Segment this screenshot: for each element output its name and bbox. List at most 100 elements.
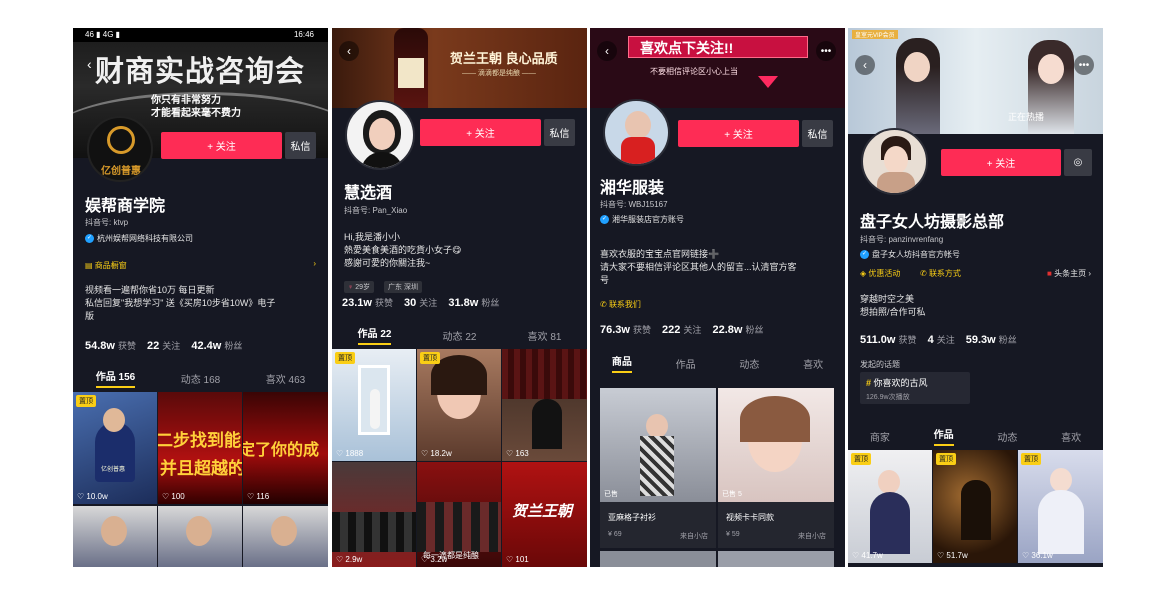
sold-count: 已售 5 xyxy=(722,491,742,498)
tab-works[interactable]: 作品 xyxy=(676,356,696,371)
presenter-face xyxy=(103,408,125,432)
video-tile[interactable]: 每一滴都是纯酿 ♡ 3.2w xyxy=(417,462,501,567)
video-tile[interactable]: ♡ 2.9w xyxy=(332,462,416,567)
following-count[interactable]: 22 xyxy=(147,340,159,352)
tab-likes[interactable]: 喜欢 463 xyxy=(266,371,305,386)
tab-moments[interactable]: 动态 xyxy=(739,356,759,371)
video-tile[interactable]: 定了你的成 ♡ 116 xyxy=(243,392,328,504)
video-tile[interactable] xyxy=(73,506,157,567)
fans-count[interactable]: 59.3w xyxy=(966,334,996,346)
avatar[interactable] xyxy=(345,100,415,170)
follow-button[interactable]: + 关注 xyxy=(941,149,1061,176)
video-tile[interactable]: 置顶 ♡ 41.7w xyxy=(848,450,932,563)
shop-window-link[interactable]: ▤ 商品橱窗 xyxy=(85,260,127,271)
product-source: 来自小店 xyxy=(798,533,826,540)
video-tile[interactable]: 亿创普惠 置顶 ♡ 10.0w xyxy=(73,392,157,504)
tile-likes-count: 116 xyxy=(256,492,270,501)
tab-products[interactable]: 商品 xyxy=(611,353,632,373)
fans-count[interactable]: 22.8w xyxy=(712,324,742,336)
product-card[interactable]: 已售 亚麻格子衬衫 ¥ 69 来自小店 xyxy=(600,388,716,548)
message-button[interactable]: 私信 xyxy=(802,120,833,147)
heart-icon: ♡ xyxy=(421,449,431,458)
following-count[interactable]: 30 xyxy=(404,297,416,309)
age-label: 29岁 xyxy=(355,284,370,291)
video-tile[interactable]: 置顶 ♡ 1888 xyxy=(332,349,416,461)
heart-icon: ♡ xyxy=(336,555,346,564)
model-face xyxy=(646,414,668,438)
video-tile[interactable]: 二步找到能 并且超越的 ♡ 100 xyxy=(158,392,242,504)
tile-likes: ♡ 1888 xyxy=(336,449,363,458)
product-card[interactable] xyxy=(600,551,716,567)
video-tile[interactable] xyxy=(243,506,328,567)
video-tile[interactable]: 贺兰王朝 ♡ 101 xyxy=(502,462,587,567)
tile-likes: ♡ 41.7w xyxy=(852,551,883,560)
message-button[interactable]: 私信 xyxy=(285,132,316,159)
avatar[interactable] xyxy=(861,128,928,195)
video-tile[interactable]: ♡ 163 xyxy=(502,349,587,461)
fans-count[interactable]: 42.4w xyxy=(191,340,221,352)
tab-works[interactable]: 作品 22 xyxy=(357,325,392,345)
video-tile[interactable]: 置顶 ♡ 18.2w xyxy=(417,349,501,461)
contact-us-link[interactable]: ✆ 联系我们 xyxy=(600,299,641,310)
profile-banner: 喜欢点下关注!! 不要相信评论区小心上当 xyxy=(590,28,845,108)
verified-label: 湘华服装店官方账号 xyxy=(612,215,684,224)
video-tile[interactable]: 置顶 ♡ 51.7w xyxy=(933,450,1017,563)
tab-works[interactable]: 作品 xyxy=(933,426,954,446)
headset-icon[interactable]: ◎ xyxy=(1064,149,1092,176)
promo-label: 优惠活动 xyxy=(868,269,901,278)
tile-likes-count: 41.7w xyxy=(861,551,883,560)
tab-likes[interactable]: 喜欢 xyxy=(1061,429,1081,444)
person-figure xyxy=(532,399,562,449)
contact-label: 联系方式 xyxy=(928,269,961,278)
message-button[interactable]: 私信 xyxy=(544,119,575,146)
following-label: 关注 xyxy=(936,335,955,345)
fans-label: 粉丝 xyxy=(745,325,764,335)
tab-moments[interactable]: 动态 xyxy=(997,429,1017,444)
more-icon[interactable]: ••• xyxy=(1074,55,1094,75)
person-face xyxy=(101,516,127,546)
avatar-body xyxy=(361,152,403,168)
following-count[interactable]: 222 xyxy=(662,324,680,336)
tile-overlay-text: 并且超越的 xyxy=(160,459,242,478)
heart-icon: ♡ xyxy=(162,492,172,501)
tile-overlay-text: 二步找到能 xyxy=(158,431,241,450)
avatar[interactable] xyxy=(603,99,670,166)
back-icon[interactable]: ‹ xyxy=(87,56,92,72)
fans-count[interactable]: 31.8w xyxy=(448,297,478,309)
tile-likes-count: 18.2w xyxy=(430,449,452,458)
tab-merchant[interactable]: 商家 xyxy=(870,429,890,444)
avatar[interactable]: 亿创普惠 xyxy=(87,116,153,182)
follow-button[interactable]: + 关注 xyxy=(161,132,282,159)
shop-icon: ▤ xyxy=(85,261,95,270)
back-icon[interactable]: ‹ xyxy=(597,41,617,61)
product-card[interactable] xyxy=(718,551,834,567)
product-title: 亚麻格子衬衫 xyxy=(608,513,656,522)
tab-moments[interactable]: 动态 168 xyxy=(181,371,220,386)
video-tile[interactable]: 置顶 ♡ 36.1w xyxy=(1018,450,1103,563)
follow-button[interactable]: + 关注 xyxy=(420,119,541,146)
banner-title: 喜欢点下关注!! xyxy=(640,40,734,56)
stats-row: 54.8w 获赞 22 关注 42.4w 粉丝 xyxy=(85,339,250,352)
bio-line-1: 喜欢衣服的宝宝点官网链接➕ xyxy=(600,249,720,259)
topic-card[interactable]: # 你喜欢的古风 126.9w次播放 xyxy=(860,372,970,404)
follow-button[interactable]: + 关注 xyxy=(678,120,799,147)
tab-works[interactable]: 作品 156 xyxy=(95,368,136,388)
video-tile[interactable] xyxy=(158,506,242,567)
product-card[interactable]: 已售 5 视频卡卡同款 ¥ 59 来自小店 xyxy=(718,388,834,548)
back-icon[interactable]: ‹ xyxy=(855,55,875,75)
tile-likes: ♡ 10.0w xyxy=(77,492,108,501)
back-icon[interactable]: ‹ xyxy=(339,41,359,61)
contact-link[interactable]: ✆ 联系方式 xyxy=(920,268,961,279)
promo-link[interactable]: ◈ 优惠活动 xyxy=(860,268,900,279)
douyin-id: 抖音号: panzinvrenfang xyxy=(860,235,944,244)
tab-moments[interactable]: 动态 22 xyxy=(443,328,477,343)
tab-likes[interactable]: 喜欢 81 xyxy=(528,328,562,343)
pinned-badge: 置顶 xyxy=(420,352,440,364)
banner-subtitle: 不要相信评论区小心上当 xyxy=(650,67,738,76)
following-count[interactable]: 4 xyxy=(928,334,934,346)
more-icon[interactable]: ••• xyxy=(816,41,836,61)
tab-likes[interactable]: 喜欢 xyxy=(803,356,823,371)
crowd xyxy=(332,512,416,552)
toutiao-link[interactable]: ■ 头条主页 › xyxy=(1047,268,1091,279)
profile-screen-1: 46 ▮ 4G ▮ 16:46 财商实战咨询会 你只有非常努力 才能看起来毫不费… xyxy=(73,28,328,567)
